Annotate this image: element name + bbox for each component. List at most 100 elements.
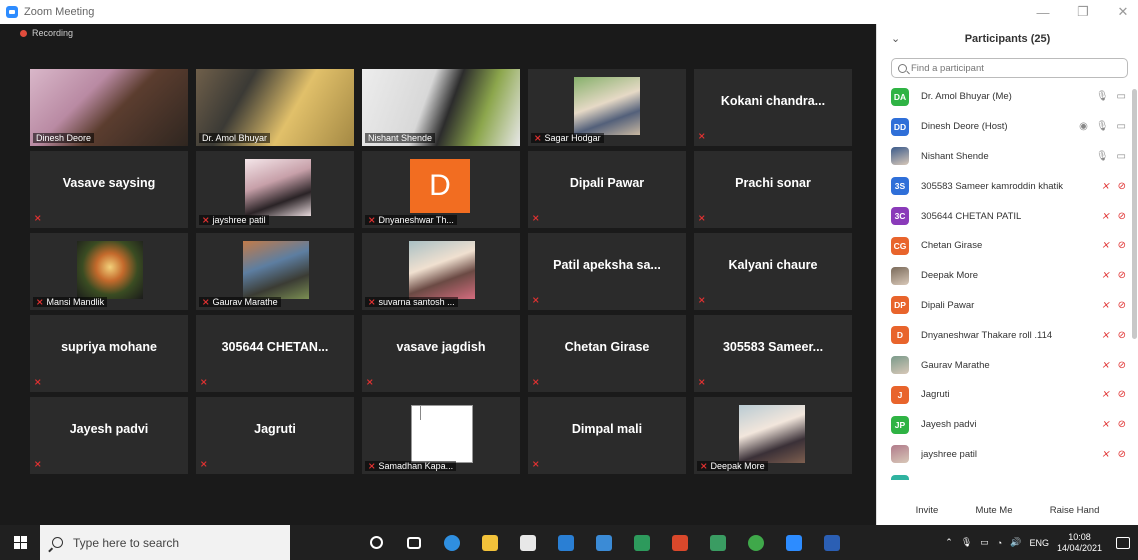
video-tile[interactable]: 305644 CHETAN... ⨯ [196, 315, 354, 392]
tile-name-label: ⨯ Gaurav Marathe [199, 297, 281, 307]
video-tile[interactable]: ⨯ Samadhan Kapa... [362, 397, 520, 474]
search-icon [898, 63, 907, 73]
mic-muted-icon: ⨯ [532, 213, 540, 223]
video-tile[interactable]: ⨯ suvarna santosh ... [362, 233, 520, 310]
maximize-button[interactable]: ❐ [1074, 4, 1092, 20]
chrome-like-icon[interactable] [742, 529, 770, 557]
participant-row[interactable]: Deepak More ⨯ ⊘ [877, 261, 1138, 291]
video-tile[interactable]: Vasave saysing ⨯ [30, 151, 188, 228]
participant-row[interactable]: Nishant Shende 🎙 ▭ [877, 142, 1138, 172]
video-tile[interactable]: vasave jagdish ⨯ [362, 315, 520, 392]
video-tile[interactable]: Prachi sonar ⨯ [694, 151, 852, 228]
chevron-up-icon[interactable]: ⌃ [945, 537, 953, 548]
participant-initials-badge: 3S [891, 177, 909, 196]
notifications-icon[interactable] [1116, 536, 1130, 549]
participant-row[interactable]: 3C 305644 CHETAN PATIL ⨯ ⊘ [877, 201, 1138, 231]
mic-muted-icon: ⨯ [368, 297, 376, 307]
participant-status-icons: ⨯⊘ [1101, 410, 1126, 440]
participant-search[interactable] [891, 58, 1128, 78]
taskbar-search-box[interactable]: Type here to search [40, 525, 290, 560]
video-tile[interactable]: Dimpal mali ⨯ [528, 397, 686, 474]
video-tile[interactable]: Dinesh Deore [30, 69, 188, 146]
spreadsheet-icon[interactable] [628, 529, 656, 557]
video-tile[interactable]: Jayesh padvi ⨯ [30, 397, 188, 474]
tile-label-text: Dnyaneshwar Th... [378, 215, 454, 225]
video-tile[interactable]: 305583 Sameer... ⨯ [694, 315, 852, 392]
zoom-taskbar-icon[interactable] [780, 529, 808, 557]
video-tile[interactable]: Jagruti ⨯ [196, 397, 354, 474]
presentation-icon[interactable] [666, 529, 694, 557]
video-tile[interactable]: Kalyani chaure ⨯ [694, 233, 852, 310]
tile-name-label: ⨯ Deepak More [697, 461, 768, 471]
participant-list-scrollbar[interactable] [1132, 89, 1137, 339]
video-tile[interactable]: ⨯ Gaurav Marathe [196, 233, 354, 310]
participant-row[interactable]: DP Dipali Pawar ⨯ ⊘ [877, 291, 1138, 321]
window-title: Zoom Meeting [24, 6, 95, 18]
tile-name-label: ⨯ Samadhan Kapa... [365, 461, 457, 471]
participant-row[interactable]: DD Dinesh Deore (Host) ◉ 🎙 ▭ [877, 112, 1138, 142]
participant-row[interactable]: jayshree patil ⨯ ⊘ [877, 440, 1138, 470]
participant-row[interactable]: JP Jayesh padvi ⨯ ⊘ [877, 410, 1138, 440]
invite-button[interactable]: Invite [910, 502, 945, 519]
video-tile[interactable]: D ⨯ Dnyaneshwar Th... [362, 151, 520, 228]
video-tile[interactable]: Chetan Girase ⨯ [528, 315, 686, 392]
mic-muted-icon: ⨯ [1101, 180, 1110, 192]
video-tile[interactable]: ⨯ Mansi Mandlik [30, 233, 188, 310]
camera-off-icon: ⊘ [1117, 299, 1126, 311]
share-status-icon: ◉ [1079, 121, 1088, 133]
video-tile[interactable]: Dipali Pawar ⨯ [528, 151, 686, 228]
participant-row[interactable]: DA Dr. Amol Bhuyar (Me) 🎙 ▭ [877, 82, 1138, 112]
clock[interactable]: 10:08 14/04/2021 [1057, 532, 1102, 554]
photos-icon[interactable] [590, 529, 618, 557]
participant-search-input[interactable] [911, 62, 1111, 74]
video-tile[interactable]: supriya mohane ⨯ [30, 315, 188, 392]
minimize-button[interactable]: — [1034, 5, 1052, 20]
video-tile[interactable]: ⨯ Deepak More [694, 397, 852, 474]
tile-participant-name: Chetan Girase [564, 339, 650, 354]
video-tile[interactable]: ⨯ Sagar Hodgar [528, 69, 686, 146]
video-tile[interactable]: Patil apeksha sa... ⨯ [528, 233, 686, 310]
volume-icon[interactable]: 🔊 [1010, 537, 1021, 548]
edge-icon[interactable] [438, 529, 466, 557]
task-view-icon[interactable] [400, 529, 428, 557]
battery-icon[interactable]: ▭ [980, 537, 989, 548]
tile-participant-name: 305583 Sameer... [722, 339, 824, 354]
video-tile[interactable]: ⨯ jayshree patil [196, 151, 354, 228]
participant-photo [574, 77, 640, 135]
video-tile[interactable]: Dr. Amol Bhuyar [196, 69, 354, 146]
participant-name: jayshree patil [921, 448, 977, 460]
participant-name: Chetan Girase [921, 240, 983, 252]
tile-label-text: Dinesh Deore [36, 133, 92, 143]
participant-name: 305644 CHETAN PATIL [921, 210, 1022, 222]
mail-icon[interactable] [552, 529, 580, 557]
tile-participant-name: vasave jagdish [396, 339, 486, 354]
wifi-icon[interactable]: ◔ [997, 538, 1002, 548]
raise-hand-button[interactable]: Raise Hand [1044, 502, 1106, 519]
mic-muted-icon: ⨯ [368, 461, 376, 471]
close-button[interactable]: ✕ [1114, 4, 1132, 20]
participant-row[interactable]: Gaurav Marathe ⨯ ⊘ [877, 350, 1138, 380]
mute-me-button[interactable]: Mute Me [970, 502, 1019, 519]
mic-tray-icon[interactable]: 🎙 [961, 537, 972, 548]
file-explorer-icon[interactable] [476, 529, 504, 557]
participant-row[interactable]: 3S 305583 Sameer kamroddin khatik ⨯ ⊘ [877, 171, 1138, 201]
language-indicator[interactable]: ENG [1029, 538, 1049, 548]
word-icon[interactable] [818, 529, 846, 557]
mic-muted-icon: ⨯ [700, 461, 708, 471]
video-tile[interactable]: Nishant Shende [362, 69, 520, 146]
cortana-icon[interactable] [362, 529, 390, 557]
participant-row[interactable]: J Jagruti ⨯ ⊘ [877, 380, 1138, 410]
video-tile[interactable]: Kokani chandra... ⨯ [694, 69, 852, 146]
participant-row[interactable]: D Dnyaneshwar Thakare roll .114 ⨯ ⊘ [877, 320, 1138, 350]
sheet-app-icon[interactable] [704, 529, 732, 557]
participant-status-icons: ⨯⊘ [1101, 469, 1126, 480]
participant-row[interactable]: CG Chetan Girase ⨯ ⊘ [877, 231, 1138, 261]
participant-row[interactable]: KCKalyani chaure⨯⊘ [877, 469, 1138, 480]
mic-muted-icon: ⨯ [202, 215, 210, 225]
participant-initials-badge: DD [891, 117, 909, 136]
participant-name: Dr. Amol Bhuyar (Me) [921, 91, 1012, 103]
recording-indicator[interactable]: Recording [20, 28, 73, 38]
chevron-down-icon[interactable]: ⌄ [891, 32, 900, 45]
store-icon[interactable] [514, 529, 542, 557]
start-button[interactable] [0, 525, 40, 560]
